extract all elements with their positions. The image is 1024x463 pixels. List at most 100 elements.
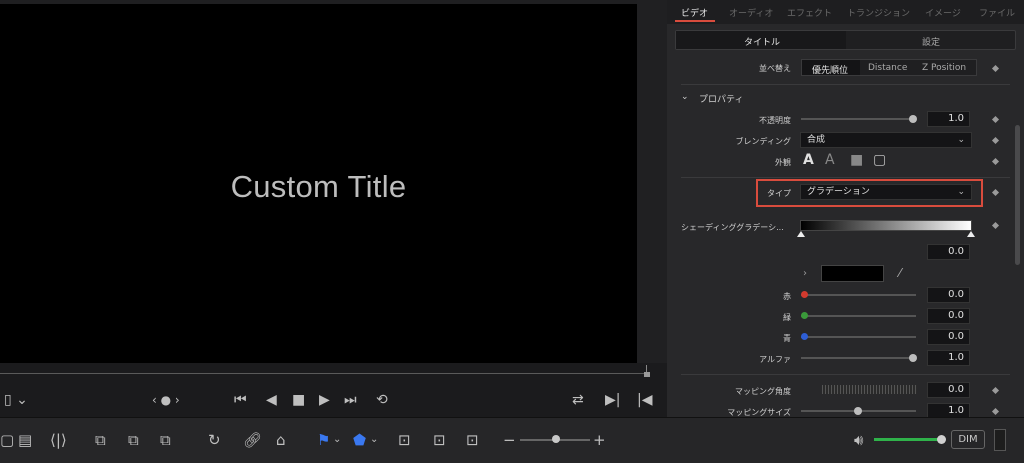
- opacity-slider-track[interactable]: [801, 118, 916, 120]
- appearance-shadow-icon[interactable]: ■: [850, 152, 863, 168]
- properties-chevron-icon[interactable]: ⌄: [681, 92, 689, 102]
- skip-to-end-icon[interactable]: ⏭: [344, 392, 357, 408]
- sort-option-distance[interactable]: Distance: [868, 63, 907, 73]
- trim-edit-icon[interactable]: ▢: [0, 431, 14, 449]
- mapping-size-value-field[interactable]: 1.0: [927, 403, 970, 417]
- blue-value-field[interactable]: 0.0: [927, 329, 970, 345]
- zoom-in-icon[interactable]: +: [593, 431, 606, 449]
- skip-to-start-icon[interactable]: ⏮: [234, 392, 247, 408]
- green-slider-knob[interactable]: [801, 312, 808, 319]
- shading-keyframe-icon[interactable]: [991, 221, 1000, 230]
- blade-edit-icon[interactable]: ⟨|⟩: [50, 431, 67, 449]
- sort-option-priority[interactable]: 優先順位: [812, 63, 848, 76]
- blue-slider-track[interactable]: [801, 336, 916, 338]
- subtab-title[interactable]: タイトル: [744, 35, 780, 48]
- overwrite-clip-icon[interactable]: ⧉: [128, 431, 139, 449]
- zoom-out-icon[interactable]: −: [503, 431, 516, 449]
- loop-icon[interactable]: ⟲: [376, 392, 388, 408]
- chevron-down-icon: ⌄: [957, 187, 965, 197]
- zoom-full-icon[interactable]: ⊡: [398, 431, 411, 449]
- green-label: 緑: [783, 313, 791, 322]
- alpha-slider-track[interactable]: [801, 357, 916, 359]
- opacity-slider-knob[interactable]: [909, 115, 917, 123]
- mapping-angle-dial[interactable]: [822, 385, 917, 394]
- color-swatch[interactable]: [821, 265, 884, 282]
- insert-clip-icon[interactable]: ⧉: [95, 431, 106, 449]
- mapping-size-keyframe-icon[interactable]: [991, 407, 1000, 416]
- opacity-keyframe-icon[interactable]: [991, 115, 1000, 124]
- next-edit-icon[interactable]: ▶|: [605, 392, 620, 408]
- tab-image[interactable]: イメージ: [925, 6, 961, 19]
- marker-icon[interactable]: ⬟: [353, 431, 366, 449]
- zoom-detail-icon[interactable]: ⊡: [433, 431, 446, 449]
- tab-transition[interactable]: トランジション: [847, 6, 910, 19]
- appearance-keyframe-icon[interactable]: [991, 157, 1000, 166]
- scrubber-bar[interactable]: [0, 363, 667, 385]
- red-value-field[interactable]: 0.0: [927, 287, 970, 303]
- color-expand-chevron-icon[interactable]: ›: [803, 268, 807, 279]
- appearance-background-icon[interactable]: ▢: [873, 152, 886, 168]
- opacity-value-field[interactable]: 1.0: [927, 111, 970, 127]
- prev-edit-icon[interactable]: |◀: [637, 392, 652, 408]
- alpha-value-field[interactable]: 1.0: [927, 350, 970, 366]
- transport-bar: ▯ ⌄ ‹ ● › ⏮ ◀ ■ ▶ ⏭ ⟲ ⇄ ▶| |◀: [0, 385, 667, 417]
- reverse-play-icon[interactable]: ◀: [266, 392, 277, 408]
- zoom-slider-knob[interactable]: [552, 435, 560, 443]
- sort-option-zposition[interactable]: Z Position: [922, 63, 966, 73]
- blending-value: 合成: [807, 135, 826, 145]
- gradient-stop-left[interactable]: [797, 231, 805, 237]
- mapping-size-slider-knob[interactable]: [854, 407, 862, 415]
- stop-icon[interactable]: ■: [292, 392, 305, 408]
- red-slider-track[interactable]: [801, 294, 916, 296]
- sort-keyframe-icon[interactable]: [991, 64, 1000, 73]
- type-keyframe-icon[interactable]: [991, 188, 1000, 197]
- lock-icon[interactable]: ⌂: [276, 431, 286, 449]
- tab-video[interactable]: ビデオ: [681, 6, 708, 19]
- tab-audio[interactable]: オーディオ: [729, 6, 773, 19]
- volume-slider-knob[interactable]: [937, 435, 946, 444]
- properties-header[interactable]: プロパティ: [699, 92, 743, 105]
- match-frame-icon[interactable]: ⇄: [572, 392, 584, 408]
- play-icon[interactable]: ▶: [319, 392, 330, 408]
- link-icon[interactable]: 🔗︎: [243, 431, 262, 449]
- audio-meter: [994, 429, 1006, 451]
- flag-icon[interactable]: ⚑: [317, 431, 330, 449]
- marker-dropdown-icon[interactable]: ⌄: [370, 431, 378, 449]
- view-options-icon[interactable]: ▯ ⌄: [4, 392, 28, 408]
- flag-dropdown-icon[interactable]: ⌄: [333, 431, 341, 449]
- green-slider-track[interactable]: [801, 315, 916, 317]
- subtab-settings[interactable]: 設定: [922, 35, 940, 48]
- gradient-stop-right[interactable]: [967, 231, 975, 237]
- shading-gradient-label: シェーディンググラデーシ...: [681, 223, 784, 232]
- mapping-angle-label: マッピング角度: [735, 387, 791, 396]
- mapping-angle-value-field[interactable]: 0.0: [927, 382, 970, 398]
- alpha-slider-knob[interactable]: [909, 354, 917, 362]
- zoom-custom-icon[interactable]: ⊡: [466, 431, 479, 449]
- viewer-title-text: Custom Title: [230, 169, 407, 204]
- volume-slider-track[interactable]: [874, 438, 940, 441]
- type-dropdown[interactable]: グラデーション ⌄: [800, 184, 972, 200]
- gradient-stop-value-field[interactable]: 0.0: [927, 244, 970, 260]
- inspector-tabs: ビデオ オーディオ エフェクト トランジション イメージ ファイル: [667, 0, 1024, 24]
- jog-nav-control[interactable]: ‹ ● ›: [152, 392, 180, 408]
- dim-button[interactable]: DIM: [951, 430, 985, 449]
- dynamic-trim-icon[interactable]: ▤: [18, 431, 32, 449]
- red-slider-knob[interactable]: [801, 291, 808, 298]
- blending-keyframe-icon[interactable]: [991, 136, 1000, 145]
- blending-dropdown[interactable]: 合成 ⌄: [800, 132, 972, 148]
- appearance-fill-icon[interactable]: A: [803, 152, 814, 168]
- snapping-icon[interactable]: ↻: [208, 431, 221, 449]
- tab-effects[interactable]: エフェクト: [787, 6, 832, 19]
- blue-slider-knob[interactable]: [801, 333, 808, 340]
- green-value-field[interactable]: 0.0: [927, 308, 970, 324]
- playhead-handle[interactable]: [644, 365, 653, 377]
- viewer-canvas[interactable]: Custom Title: [0, 0, 637, 363]
- tab-file[interactable]: ファイル: [979, 6, 1015, 19]
- gradient-bar[interactable]: [800, 220, 972, 231]
- inspector-scrollbar[interactable]: [1015, 125, 1020, 265]
- eyedropper-icon[interactable]: ⁄: [899, 266, 901, 280]
- appearance-outline-icon[interactable]: A: [825, 152, 835, 168]
- speaker-icon[interactable]: 🔊︎: [854, 431, 863, 449]
- mapping-angle-keyframe-icon[interactable]: [991, 386, 1000, 395]
- replace-clip-icon[interactable]: ⧉: [160, 431, 171, 449]
